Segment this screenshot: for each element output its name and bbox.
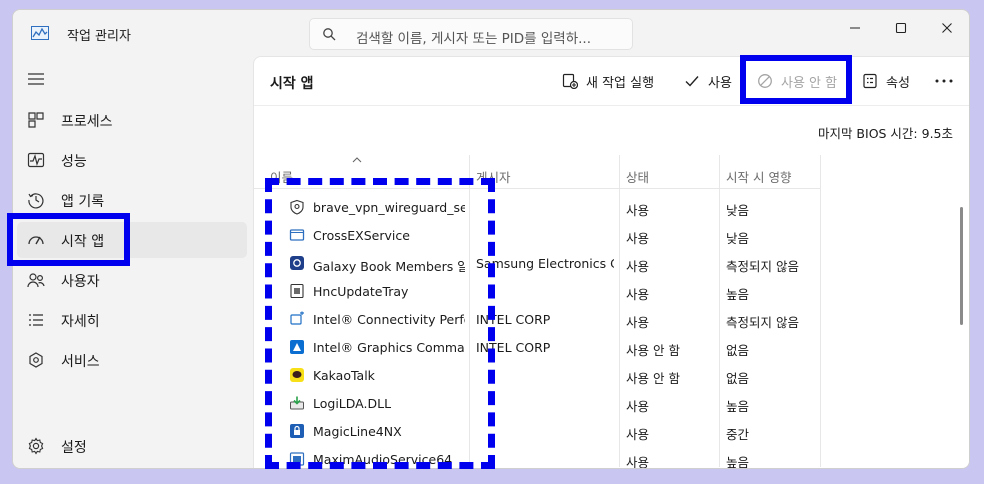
sidebar-item-details[interactable]: 자세히: [17, 302, 247, 338]
toolbar-divider: [254, 105, 969, 106]
performance-chart-icon: [31, 26, 49, 40]
sidebar-item-users[interactable]: 사용자: [17, 262, 247, 298]
cell-startup-impact: 높음: [726, 399, 750, 414]
sidebar-item-label: 프로세스: [61, 114, 113, 130]
maximize-button[interactable]: [879, 15, 923, 41]
cell-startup-impact: 높음: [726, 287, 750, 302]
cell-status: 사용: [626, 399, 650, 414]
run-new-task-label: 새 작업 실행: [586, 75, 655, 91]
column-header-startup-impact[interactable]: 시작 시 영향: [726, 167, 791, 186]
sidebar-item-settings[interactable]: 설정: [17, 428, 247, 464]
cell-status: 사용: [626, 455, 650, 469]
sidebar-item-label: 설정: [61, 440, 87, 456]
search-input[interactable]: 검색할 이름, 게시자 또는 PID를 입력하...: [356, 27, 591, 47]
hamburger-menu-icon[interactable]: [27, 72, 45, 86]
sidebar-item-label: 자세히: [61, 314, 100, 330]
enable-button[interactable]: 사용: [684, 67, 732, 95]
cell-status: 사용: [626, 203, 650, 218]
close-button[interactable]: [925, 15, 969, 41]
page-title: 시작 앱: [270, 76, 314, 92]
history-clock-icon: [28, 193, 44, 209]
vertical-scrollbar[interactable]: [960, 207, 963, 325]
more-options-button[interactable]: [934, 67, 962, 95]
properties-label: 속성: [886, 75, 910, 91]
disable-button-highlight-box: [740, 55, 852, 104]
cell-publisher: INTEL CORP: [476, 312, 551, 327]
name-column-highlight-box: [265, 178, 495, 469]
cell-publisher: INTEL CORP: [476, 340, 551, 355]
properties-icon: [863, 73, 877, 89]
sort-ascending-icon: [352, 157, 362, 163]
cell-status: 사용 안 함: [626, 343, 680, 358]
startup-apps-highlight-box: [7, 213, 130, 266]
minimize-icon: [850, 27, 860, 29]
sidebar-item-processes[interactable]: 프로세스: [17, 102, 247, 138]
column-header-status[interactable]: 상태: [626, 167, 649, 186]
cell-status: 사용: [626, 259, 650, 274]
new-task-icon: [562, 73, 578, 89]
minimize-button[interactable]: [833, 15, 877, 41]
properties-button[interactable]: 속성: [862, 67, 910, 95]
cell-startup-impact: 중간: [726, 427, 750, 442]
checkmark-icon: [685, 76, 699, 87]
sidebar-item-label: 서비스: [61, 354, 100, 370]
more-horizontal-icon: [935, 79, 953, 83]
cell-status: 사용: [626, 315, 650, 330]
sidebar-item-label: 앱 기록: [61, 194, 105, 210]
maximize-icon: [895, 22, 907, 34]
performance-pulse-icon: [27, 152, 45, 168]
sidebar-item-performance[interactable]: 성능: [17, 142, 247, 178]
title-bar: 작업 관리자 검색할 이름, 게시자 또는 PID를 입력하...: [13, 10, 969, 56]
cell-status: 사용: [626, 427, 650, 442]
cell-startup-impact: 측정되지 않음: [726, 315, 799, 330]
close-icon: [942, 23, 952, 33]
services-puzzle-icon: [29, 352, 43, 368]
search-icon: [323, 28, 336, 41]
cell-startup-impact: 없음: [726, 343, 750, 358]
cell-startup-impact: 높음: [726, 455, 750, 469]
run-new-task-button[interactable]: 새 작업 실행: [562, 67, 654, 95]
cell-status: 사용: [626, 287, 650, 302]
sidebar-item-label: 성능: [61, 154, 87, 170]
sidebar-item-label: 사용자: [61, 274, 100, 290]
users-icon: [27, 273, 45, 288]
processes-grid-icon: [28, 112, 44, 128]
app-title: 작업 관리자: [67, 29, 131, 44]
cell-startup-impact: 낮음: [726, 203, 750, 218]
enable-label: 사용: [708, 75, 732, 91]
cell-status: 사용: [626, 231, 650, 246]
cell-status: 사용 안 함: [626, 371, 680, 386]
cell-startup-impact: 측정되지 않음: [726, 259, 799, 274]
cell-publisher: Samsung Electronics C...: [476, 256, 614, 271]
gear-icon: [28, 437, 44, 455]
cell-startup-impact: 낮음: [726, 231, 750, 246]
last-bios-time: 마지막 BIOS 시간: 9.5초: [817, 126, 953, 141]
details-list-icon: [29, 314, 43, 326]
sidebar-item-services[interactable]: 서비스: [17, 342, 247, 378]
search-box[interactable]: 검색할 이름, 게시자 또는 PID를 입력하...: [309, 18, 633, 50]
cell-startup-impact: 없음: [726, 371, 750, 386]
